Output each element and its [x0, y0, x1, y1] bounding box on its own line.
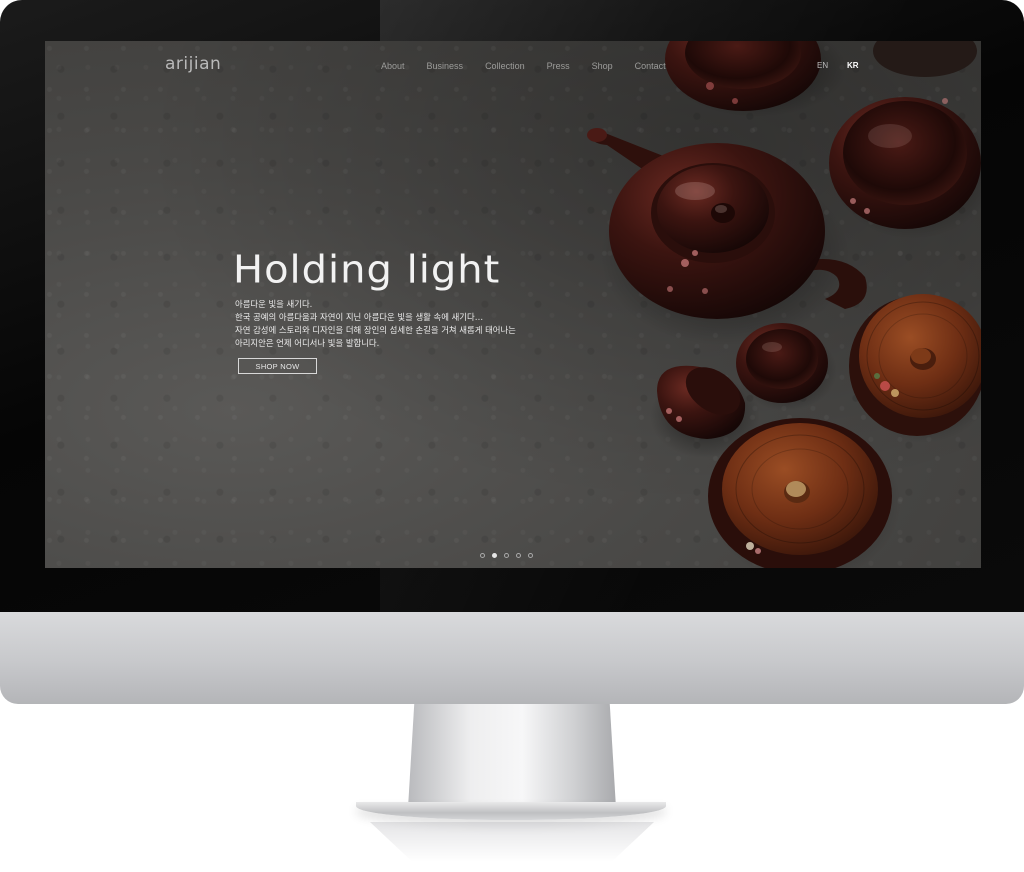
hero-title: Holding light: [233, 248, 501, 292]
bowl-top-right-image: [829, 97, 981, 239]
lidded-bowl-bottom-image: [708, 418, 901, 568]
nav-item-press[interactable]: Press: [547, 61, 570, 71]
lidded-bowl-right-image: [849, 294, 981, 443]
site-logo[interactable]: arijian: [165, 54, 221, 74]
slider-dot-icon[interactable]: [516, 553, 521, 558]
hero-description: 아름다운 빛을 새기다. 한국 공예의 아름다움과 자연이 지닌 아름다운 빛을…: [235, 298, 595, 350]
hero-description-line: 한국 공예의 아름다움과 자연이 지닌 아름다운 빛을 생활 속에 새기다…: [235, 312, 484, 322]
shop-now-button[interactable]: SHOP NOW: [238, 358, 317, 374]
hero-description-line: 자연 감성에 스토리와 디자인을 더해 장인의 섬세한 손길을 거쳐 새롭게 태…: [235, 325, 516, 335]
slider-dot-icon[interactable]: [528, 553, 533, 558]
monitor-chin: [0, 612, 1024, 704]
nav-item-collection[interactable]: Collection: [485, 61, 525, 71]
nav-item-business[interactable]: Business: [427, 61, 464, 71]
monitor-stand-base: [356, 802, 666, 820]
language-kr[interactable]: KR: [847, 61, 859, 70]
stand-reflection: [370, 822, 654, 862]
slider-dot-icon[interactable]: [504, 553, 509, 558]
teapot-image: [587, 128, 867, 346]
nav-item-about[interactable]: About: [381, 61, 405, 71]
hero-description-line: 아름다운 빛을 새기다.: [235, 299, 313, 309]
slider-dot-icon[interactable]: [492, 553, 497, 558]
language-en[interactable]: EN: [817, 61, 828, 70]
slider-dot-icon[interactable]: [480, 553, 485, 558]
main-nav: About Business Collection Press Shop Con…: [381, 61, 688, 71]
website-screen: arijian About Business Collection Press …: [45, 41, 981, 568]
slider-dots: [480, 553, 533, 558]
monitor-stand: [408, 704, 616, 808]
nav-item-contact[interactable]: Contact: [635, 61, 666, 71]
nav-item-shop[interactable]: Shop: [592, 61, 613, 71]
hero-description-line: 아리지안은 언제 어디서나 빛을 발합니다.: [235, 338, 380, 348]
